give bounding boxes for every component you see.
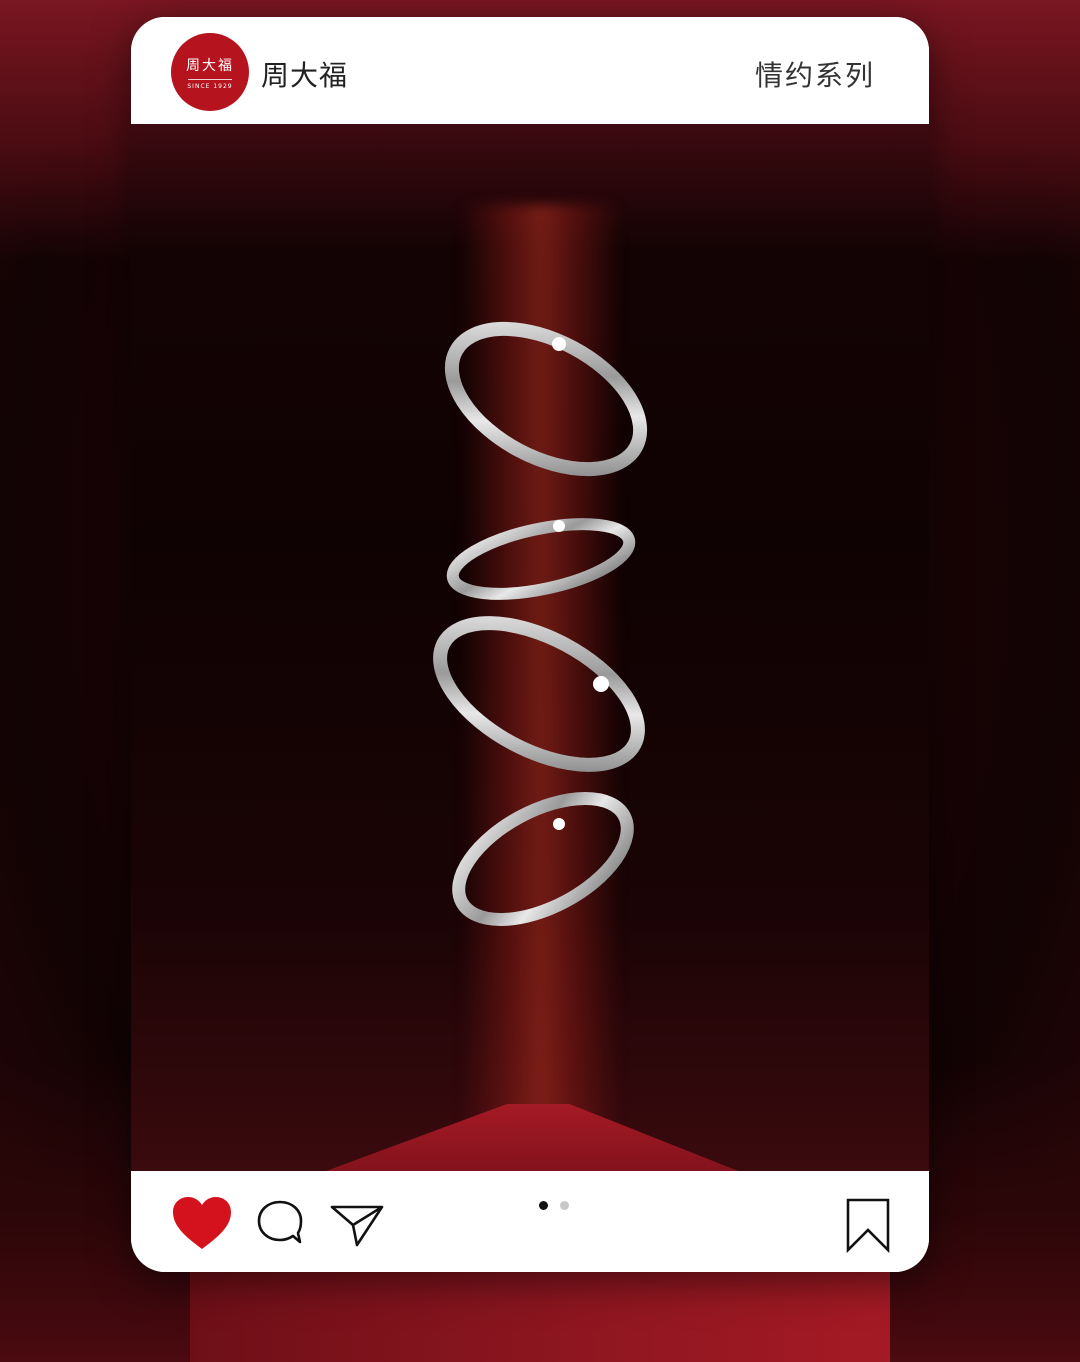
- photo-pedestal: [291, 1104, 771, 1171]
- heart-icon[interactable]: [171, 1195, 233, 1251]
- logo-divider: [188, 79, 232, 80]
- carousel-dot[interactable]: [560, 1201, 569, 1210]
- ring-1: [444, 321, 648, 477]
- logo-text: 周大福: [186, 58, 234, 74]
- post-photo[interactable]: [131, 124, 929, 1171]
- brand-logo-avatar[interactable]: 周大福 SINCE 1929: [171, 33, 249, 111]
- post-header: 周大福 SINCE 1929 周大福 情约系列: [131, 17, 929, 124]
- comment-icon[interactable]: [255, 1198, 305, 1248]
- rings-image: [433, 321, 648, 927]
- ring-3: [433, 616, 645, 772]
- carousel-dot[interactable]: [539, 1201, 548, 1210]
- brand-name[interactable]: 周大福: [261, 54, 348, 94]
- logo-subtext: SINCE 1929: [187, 83, 233, 90]
- ring-2: [446, 518, 636, 600]
- ring-4: [452, 791, 634, 927]
- bookmark-icon[interactable]: [845, 1197, 891, 1253]
- share-icon[interactable]: [329, 1201, 385, 1249]
- collection-name: 情约系列: [754, 59, 875, 92]
- post-card: 周大福 SINCE 1929 周大福 情约系列: [131, 17, 929, 1272]
- post-actions: [131, 1171, 929, 1272]
- carousel-indicator: [539, 1201, 569, 1211]
